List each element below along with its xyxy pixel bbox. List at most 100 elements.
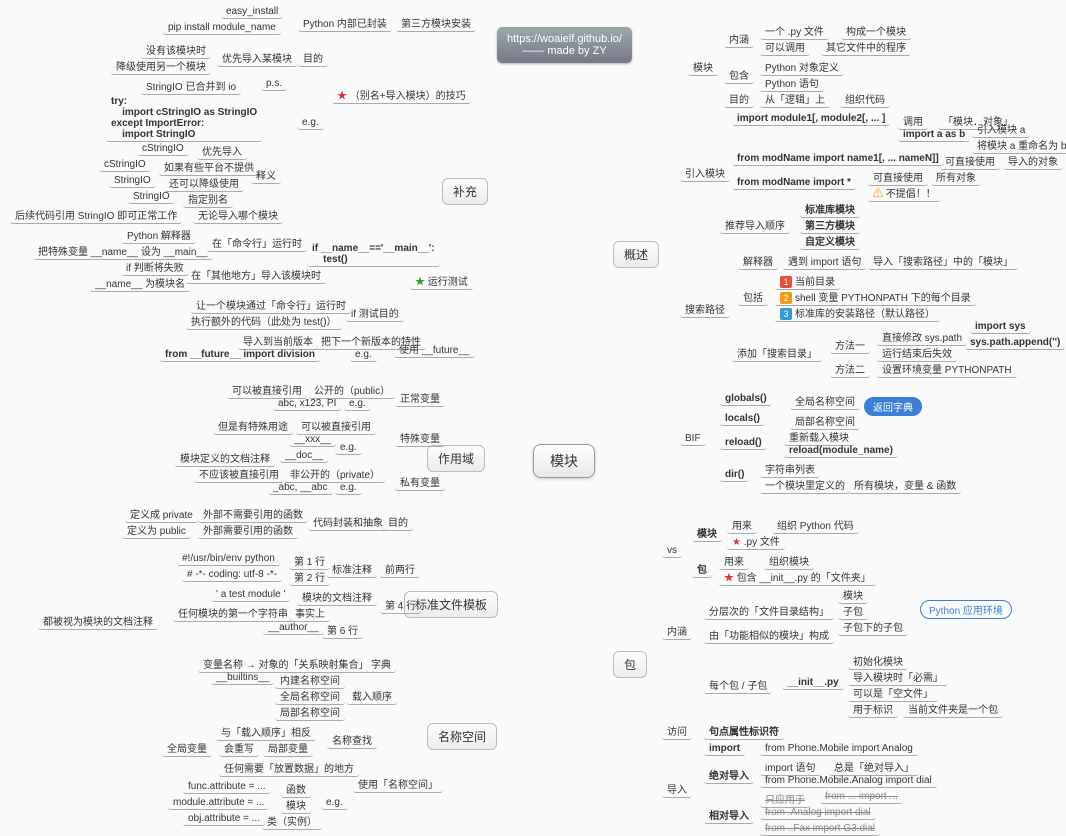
use-ns: 使用「名称空间」 <box>353 775 443 793</box>
from-name: from modName import name1[, ... nameN]] <box>732 152 944 166</box>
sys-append: sys.path.append('') <box>965 336 1065 350</box>
from-fax: from ..Fax import G3.dial <box>760 822 880 836</box>
dict: 字典 <box>366 655 396 673</box>
run-extra: 执行额外的代码（此处为 test()） <box>186 312 342 330</box>
method2: 方法二 <box>830 360 870 378</box>
yinyong-v: 无论导入哪个模块 <box>193 206 283 224</box>
shiyi: 释义 <box>251 166 281 184</box>
mod-mudi: 目的 <box>724 90 754 108</box>
main-zuoyongyu: 作用域 <box>427 445 485 472</box>
all-vars: 所有模块，变量 & 函数 <box>849 476 961 494</box>
bao2: 包 <box>692 560 712 578</box>
eg-2: e.g. <box>350 348 377 362</box>
cmd-run: 在「命令行」运行时 <box>207 234 307 252</box>
builtins: __builtins__ <box>211 671 274 685</box>
bif: BIF <box>680 432 706 446</box>
try-code: try: import cStringIO as StringIO except… <box>106 95 262 142</box>
dir: dir() <box>720 468 749 482</box>
other-import: 在「其他地方」导入该模块时 <box>186 266 326 284</box>
org-code: 组织代码 <box>840 90 890 108</box>
pip-install: pip install module_name <box>163 21 281 35</box>
ps: p.s. <box>261 77 287 91</box>
main-gaishu: 概述 <box>613 241 659 268</box>
line2: 第 2 行 <box>289 568 330 586</box>
from-dial: from Phone.Mobile.Analog import dial <box>760 774 937 788</box>
prefer-import: 优先导入某模块 <box>217 49 297 67</box>
ifmain: if __name__=='__main__': test() <box>307 242 440 267</box>
std-comment: 标准注释 <box>327 560 377 578</box>
neihan2: 内涵 <box>662 622 692 640</box>
if-test: if 测试目的 <box>346 304 404 322</box>
yinyong: 后续代码引用 StringIO 即可正常工作 <box>10 206 182 224</box>
return-dict: 返回字典 <box>864 397 922 416</box>
oa-v: 类（实例） <box>262 812 322 830</box>
cstr2: cStringIO <box>99 158 151 172</box>
mudi-2: 目的 <box>383 513 413 531</box>
not-rec: 不提倡！！ <box>868 184 941 202</box>
attribution: https://woaielf.github.io/ —— made by ZY <box>497 27 632 63</box>
py-internal: Python 内部已封装 <box>298 14 392 32</box>
use-future: 使用 __future__ <box>394 340 475 358</box>
method1: 方法一 <box>830 336 870 354</box>
regard: 都被视为模块的文档注释 <box>38 612 158 630</box>
mokuai: 模块 <box>688 58 718 76</box>
call-v: 其它文件中的程序 <box>821 38 911 56</box>
globals: globals() <box>720 392 772 406</box>
def-pub: 定义为 public <box>122 521 191 539</box>
call: 可以调用 <box>760 38 810 56</box>
runtest: 运行测试 <box>410 272 473 290</box>
rec-order: 推荐导入顺序 <box>720 216 790 234</box>
xxx: __xxx__ <box>289 433 336 447</box>
use-other: 降级使用另一个模块 <box>111 57 211 75</box>
huizhong: 会重写 <box>219 739 259 757</box>
line4: 第 4 行 <box>380 596 421 614</box>
global-var: 全局变量 <box>162 739 212 757</box>
sousuo: 搜索路径 <box>680 300 730 318</box>
baohan: 包含 <box>724 66 754 84</box>
similar: 由「功能相似的模块」构成 <box>704 626 834 644</box>
name-mod: __name__ 为模块名 <box>90 274 190 292</box>
need-ext: 外部需要引用的函数 <box>198 521 298 539</box>
from-star: from modName import * <box>732 176 856 190</box>
abs-import: 绝对导入 <box>704 766 754 784</box>
reload: reload() <box>720 436 767 450</box>
self-mod: 自定义模块 <box>800 232 860 250</box>
author: __author__ <box>263 621 324 635</box>
str1: StringIO <box>109 174 156 188</box>
mark: 用于标识 <box>848 700 898 718</box>
mokuai2: 模块 <box>692 524 722 542</box>
neihan: 内涵 <box>724 30 754 48</box>
doc: __doc__ <box>280 449 328 463</box>
daoru: 导入 <box>662 780 692 798</box>
from-analog2: from .Analog import dial <box>760 806 876 820</box>
meet-import: 遇到 import 语句 <box>783 252 866 270</box>
baokuo: 包括 <box>738 288 768 306</box>
name-lookup: 名称查找 <box>327 731 377 749</box>
eg-5: e.g. <box>335 481 362 495</box>
org-py: 组织 Python 代码 <box>772 516 859 534</box>
from-analog: from Phone.Mobile import Analog <box>760 742 918 756</box>
main-bao: 包 <box>613 651 647 678</box>
actually: 事实上 <box>290 604 330 622</box>
testmod: ' a test module ' <box>211 588 290 602</box>
main-buchong: 补充 <box>442 178 488 205</box>
subsub: 子包下的子包 <box>838 618 908 636</box>
special-use: 但是有特殊用途 <box>213 417 293 435</box>
alias-trick: （别名+导入模块）的技巧 <box>332 86 471 104</box>
eg-1: e.g. <box>297 116 324 130</box>
encap: 代码封装和抽象 <box>308 513 388 531</box>
fa: func.attribute = ... <box>183 780 271 794</box>
oa: obj.attribute = ... <box>183 812 265 826</box>
interpreter: 解释器 <box>738 252 778 270</box>
center-node: 模块 <box>533 444 595 478</box>
yinru: 引入模块 <box>680 164 730 182</box>
logic: 从「逻辑」上 <box>760 90 830 108</box>
special-var: 特殊变量 <box>395 429 445 447</box>
each-pkg: 每个包 / 子包 <box>704 676 772 694</box>
locals: locals() <box>720 412 765 426</box>
import-m: import module1[, module2[, ... ] <box>732 112 890 126</box>
eg-6: e.g. <box>321 796 348 810</box>
set-env: 设置环境变量 PYTHONPATH <box>877 360 1017 378</box>
abc-eg: abc, x123, PI <box>273 397 341 411</box>
add-path: 添加「搜索目录」 <box>732 344 822 362</box>
